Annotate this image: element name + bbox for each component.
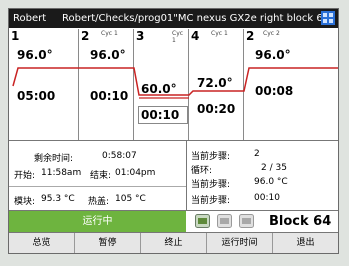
block-label: 模块: (14, 197, 36, 207)
remaining-label: 剩余时间: (34, 154, 74, 164)
start-label: 开始: (14, 171, 36, 181)
block-name: Block 64 (269, 214, 332, 229)
temperature-profile-line (12, 67, 338, 99)
remaining-value: 0:58:07 (102, 151, 137, 161)
step-temp-value: 96.0 °C (254, 177, 288, 187)
lid-status-icon (217, 214, 232, 228)
running-status: 运行中 (9, 211, 186, 232)
overview-button[interactable]: 总览 (9, 233, 75, 253)
exit-button[interactable]: 退出 (273, 233, 338, 253)
action-bar: 总览 暂停 终止 运行时间 退出 (9, 232, 338, 253)
current-step-label: 当前步骤: (191, 152, 231, 162)
start-value: 11:58am (41, 168, 82, 178)
run-timing: 剩余时间: 0:58:07 开始: 11:58am 结束: 01:04pm 模块… (9, 141, 187, 211)
instrument-screen: Robert Robert/Checks/prog01"MC nexus GX2… (8, 8, 339, 254)
lid-label: 热盖: (88, 197, 110, 207)
step-time-label: 当前步骤: (191, 196, 231, 206)
title-bar: Robert Robert/Checks/prog01"MC nexus GX2… (9, 9, 338, 28)
end-value: 01:04pm (115, 168, 156, 178)
current-step-value: 2 (254, 149, 260, 159)
runtime-button[interactable]: 运行时间 (207, 233, 273, 253)
block-temp: 95.3 °C (41, 194, 75, 204)
grid-app-icon[interactable] (321, 11, 335, 25)
end-label: 结束: (90, 171, 112, 181)
pcr-profile: 1 96.0° 05:00 2 Cyc 1 96.0° 00:10 3 Cyc … (9, 29, 338, 140)
run-info-panel: 剩余时间: 0:58:07 开始: 11:58am 结束: 01:04pm 模块… (9, 140, 338, 211)
cycle-label: 循环: (191, 166, 213, 176)
divider (9, 186, 186, 187)
lid-temp: 105 °C (115, 194, 146, 204)
step-time-value: 00:10 (254, 193, 280, 203)
block-status-icon (195, 214, 210, 228)
user-name: Robert (13, 13, 47, 24)
stop-button[interactable]: 终止 (141, 233, 207, 253)
program-path: Robert/Checks/prog01"MC nexus GX2e right… (62, 13, 330, 24)
network-status-icon (239, 214, 254, 228)
pause-button[interactable]: 暂停 (75, 233, 141, 253)
step-temp-label: 当前步骤: (191, 180, 231, 190)
cycle-value: 2 / 35 (261, 163, 287, 173)
status-bar: 运行中 Block 64 (9, 210, 338, 232)
